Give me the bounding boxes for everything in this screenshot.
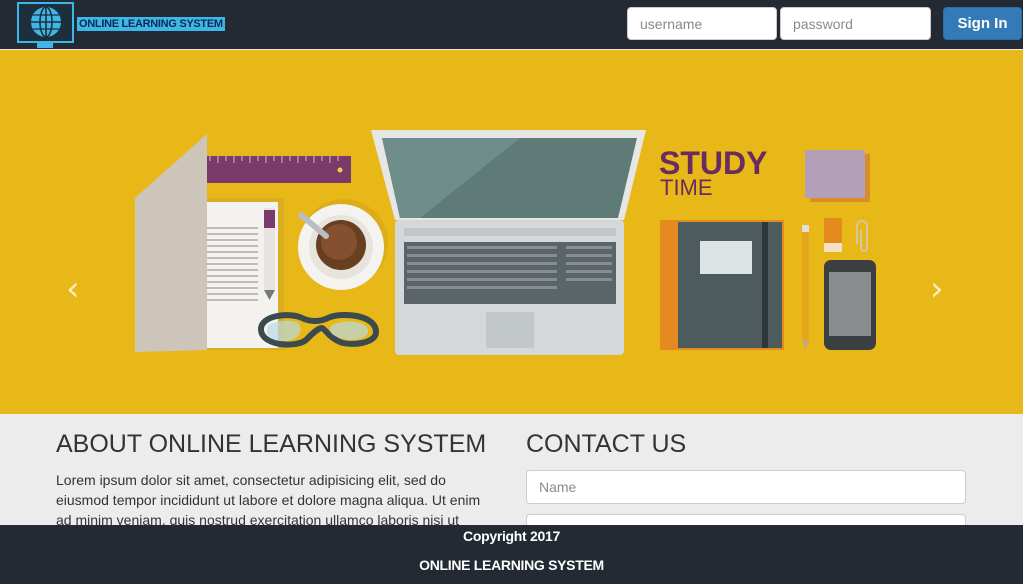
globe-monitor-icon	[31, 6, 61, 38]
chevron-right-icon[interactable]: ›	[930, 272, 944, 306]
copyright-text: Copyright 2017	[463, 528, 560, 544]
study-subtitle: TIME	[660, 175, 713, 200]
contact-title: CONTACT US	[526, 430, 687, 458]
username-input[interactable]	[627, 7, 777, 40]
chevron-left-icon[interactable]: ‹	[66, 272, 80, 306]
brand-name[interactable]: ONLINE LEARNING SYSTEM	[77, 17, 225, 31]
logo[interactable]	[17, 2, 74, 43]
about-title: ABOUT ONLINE LEARNING SYSTEM	[56, 430, 487, 458]
name-input[interactable]	[526, 470, 966, 504]
study-desk-illustration: STUDY TIME	[0, 50, 1023, 414]
sign-in-button[interactable]: Sign In	[943, 7, 1022, 40]
navbar: ONLINE LEARNING SYSTEM Sign In	[0, 0, 1023, 49]
password-input[interactable]	[780, 7, 931, 40]
logo-stand	[37, 43, 53, 48]
footer: Copyright 2017 ONLINE LEARNING SYSTEM	[0, 525, 1023, 584]
carousel: STUDY TIME ‹ ›	[0, 50, 1023, 414]
about-text: Lorem ipsum dolor sit amet, consectetur …	[56, 472, 481, 528]
footer-brand: ONLINE LEARNING SYSTEM	[419, 557, 604, 573]
